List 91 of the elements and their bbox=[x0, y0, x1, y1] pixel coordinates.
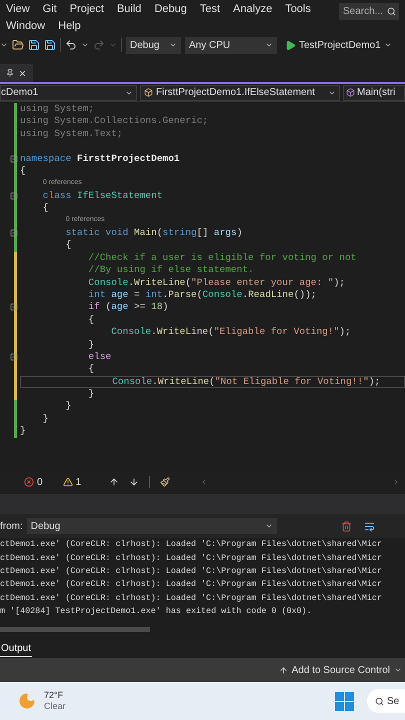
code-line: //By using if else statement. bbox=[87, 264, 255, 276]
clear-icon[interactable] bbox=[340, 520, 352, 532]
save-all-icon[interactable] bbox=[44, 39, 56, 51]
pin-icon[interactable] bbox=[6, 69, 14, 77]
fold-icon[interactable] bbox=[10, 192, 18, 200]
warning-icon[interactable] bbox=[62, 477, 73, 487]
save-icon[interactable] bbox=[28, 39, 40, 51]
code-line: class IfElseStatement bbox=[42, 190, 164, 202]
up-arrow-icon[interactable] bbox=[109, 477, 120, 487]
project-dropdown[interactable]: cDemo1 bbox=[0, 84, 137, 100]
configuration-dropdown[interactable]: Debug bbox=[126, 36, 181, 54]
code-line: namespace FirsttProjectDemo1 bbox=[20, 152, 181, 165]
windows-logo-icon[interactable] bbox=[335, 692, 354, 710]
caret-icon[interactable] bbox=[81, 41, 89, 49]
menu-item[interactable]: Tools bbox=[285, 0, 311, 18]
taskbar-search[interactable]: Se bbox=[367, 689, 405, 713]
platform-dropdown[interactable]: Any CPU bbox=[185, 36, 277, 54]
code-line: { bbox=[87, 314, 96, 326]
word-wrap-icon[interactable] bbox=[364, 520, 375, 532]
fold-icon[interactable] bbox=[10, 353, 18, 361]
menu-item[interactable]: Build bbox=[116, 0, 142, 18]
menu-item[interactable]: Help bbox=[58, 18, 81, 34]
output-line: ctDemo1.exe' (CoreCLR: clrhost): Loaded 'C:\Program Files\dotnet\shared\Micr bbox=[0, 538, 383, 552]
caret-icon bbox=[169, 41, 177, 49]
menu-item[interactable]: Debug bbox=[154, 0, 187, 18]
source-dropdown[interactable]: Debug bbox=[26, 518, 277, 534]
fold-icon[interactable] bbox=[10, 154, 18, 163]
code-line: int age = int.Parse(Console.ReadLine()); bbox=[87, 288, 318, 302]
code-line: using System; bbox=[20, 103, 96, 116]
code-line: } bbox=[87, 388, 96, 400]
code-line: //Check if a user is eligible for voting or not bbox=[87, 252, 358, 264]
code-line: using System.Text; bbox=[20, 128, 124, 140]
source-label: from: bbox=[0, 520, 23, 534]
output-line: ctDemo1.exe' (CoreCLR: clrhost): Loaded 'C:\Program Files\dotnet\shared\Micr bbox=[0, 578, 383, 592]
code-line: { bbox=[87, 363, 96, 376]
caret-icon bbox=[384, 41, 392, 49]
output-line: ctDemo1.exe' (CoreCLR: clrhost): Loaded 'C:\Program Files\dotnet\shared\Micr bbox=[0, 565, 383, 578]
start-button[interactable]: TestProjectDemo1 bbox=[285, 36, 392, 54]
menu-item[interactable]: Project bbox=[70, 0, 104, 18]
output-line: ctDemo1.exe' (CoreCLR: clrhost): Loaded 'C:\Program Files\dotnet\shared\Micr bbox=[0, 592, 383, 605]
code-line: } bbox=[87, 338, 96, 351]
warning-count[interactable]: 1 bbox=[76, 474, 82, 490]
code-line: { bbox=[20, 164, 27, 178]
code-line: static void Main(string[] args) bbox=[64, 226, 244, 240]
menu-item[interactable]: Test bbox=[200, 0, 220, 18]
panel-tab[interactable]: Output bbox=[0, 641, 32, 657]
menu-item[interactable]: Git bbox=[42, 0, 57, 18]
code-line: } bbox=[64, 400, 72, 413]
caret-icon bbox=[265, 41, 273, 49]
code-line: else bbox=[87, 350, 112, 364]
error-count[interactable]: 0 bbox=[37, 474, 43, 490]
output-line: m '[40284] TestProjectDemo1.exe' has exited with code 0 (0x0). bbox=[0, 605, 313, 618]
fold-icon[interactable] bbox=[10, 303, 18, 312]
open-folder-icon[interactable] bbox=[12, 39, 24, 51]
code-line: if (age >= 18) bbox=[87, 301, 170, 314]
output-line: ctDemo1.exe' (CoreCLR: clrhost): Loaded 'C:\Program Files\dotnet\shared\Micr bbox=[0, 552, 383, 565]
error-icon[interactable] bbox=[24, 477, 34, 487]
code-line: Console.WriteLine("Eligable for Voting!"); bbox=[110, 326, 352, 338]
search-icon bbox=[375, 696, 384, 706]
class-icon bbox=[144, 88, 153, 97]
moon-icon bbox=[18, 692, 36, 710]
code-line: } bbox=[42, 412, 50, 426]
play-icon bbox=[285, 40, 296, 50]
caret-icon bbox=[394, 666, 402, 674]
tool-tab[interactable] bbox=[0, 64, 33, 82]
temperature[interactable]: 72°F bbox=[44, 690, 66, 701]
search-field[interactable]: Search... bbox=[339, 2, 399, 20]
code-line: { bbox=[64, 239, 72, 252]
menu-item[interactable]: View bbox=[6, 0, 30, 18]
member-dropdown[interactable]: Main(stri bbox=[343, 84, 405, 100]
method-icon bbox=[346, 88, 355, 97]
fold-icon[interactable] bbox=[10, 229, 18, 238]
type-dropdown[interactable]: FirsttProjectDemo1.IfElseStatement bbox=[140, 84, 340, 100]
close-icon[interactable] bbox=[18, 68, 27, 78]
undo-icon[interactable] bbox=[65, 39, 77, 51]
weather-condition[interactable]: Clear bbox=[44, 701, 66, 712]
code-line: { bbox=[42, 202, 50, 215]
search-icon bbox=[387, 6, 396, 16]
down-arrow-icon[interactable] bbox=[129, 477, 140, 487]
scrollbar-thumb[interactable] bbox=[0, 626, 150, 632]
menu-item[interactable]: Analyze bbox=[233, 0, 272, 18]
menu-item[interactable]: Window bbox=[6, 18, 46, 34]
code-line: using System.Collections.Generic; bbox=[20, 115, 210, 128]
brush-icon[interactable] bbox=[160, 477, 170, 487]
up-arrow-icon bbox=[278, 666, 288, 674]
source-control-button[interactable]: Add to Source Control bbox=[278, 662, 402, 678]
scroll-right-icon[interactable] bbox=[392, 478, 400, 486]
code-line: } bbox=[20, 425, 27, 438]
caret-icon bbox=[264, 522, 273, 530]
caret-icon[interactable] bbox=[0, 41, 8, 49]
code-line: Console.WriteLine("Please enter your age: "); bbox=[87, 276, 346, 289]
